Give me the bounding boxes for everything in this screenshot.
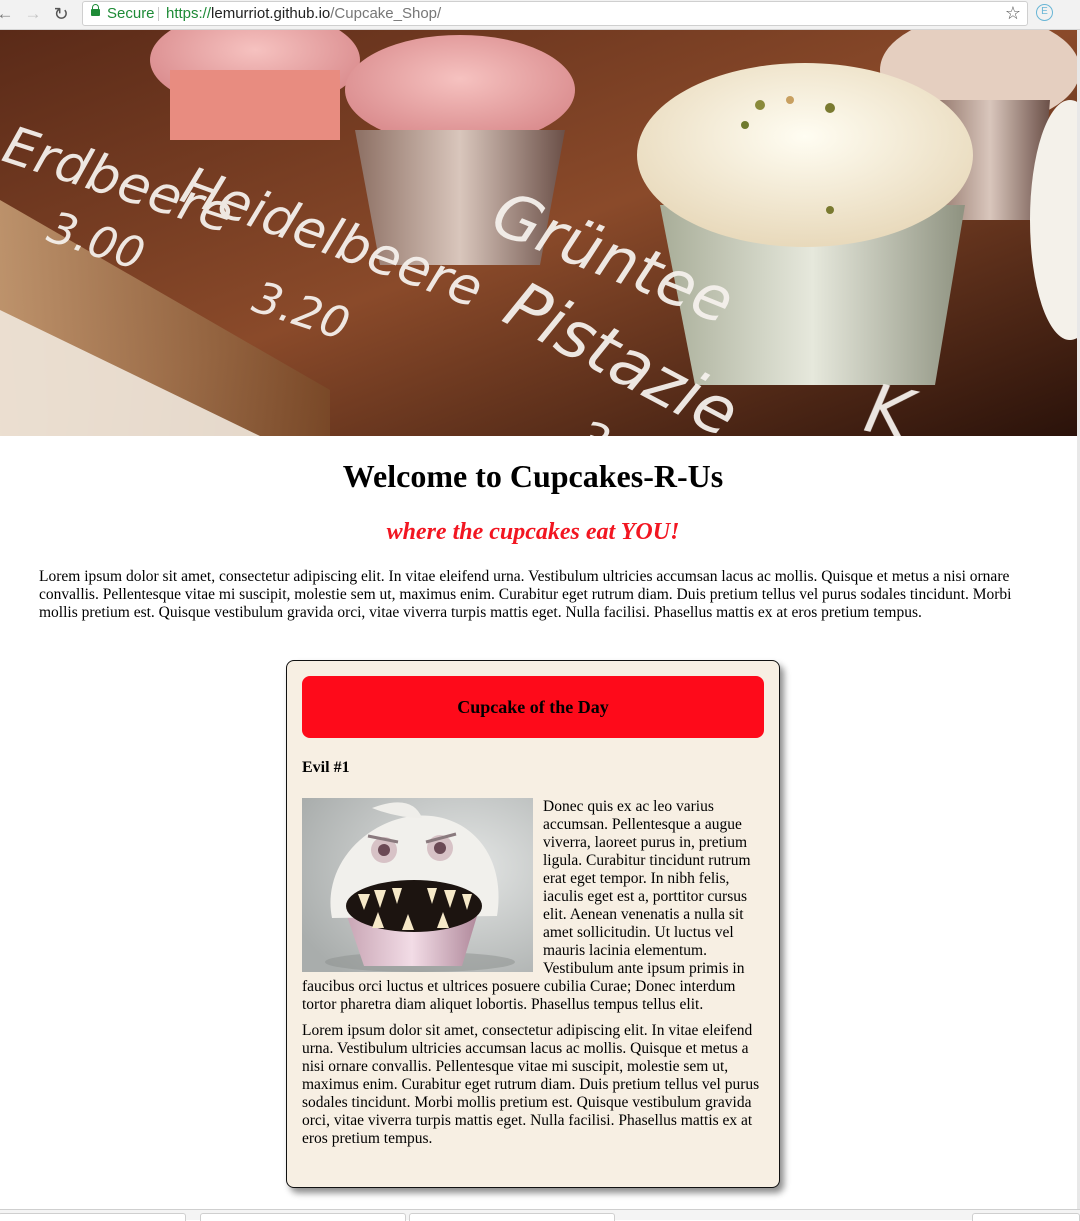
back-arrow-icon[interactable]: ←: [0, 5, 14, 23]
browser-toolbar: ← → ↻ Secure https://lemurriot.github.io…: [0, 0, 1080, 30]
evil-cupcake-image: [302, 798, 533, 972]
evil-cupcake-photo: [302, 798, 533, 972]
bookmark-star-icon[interactable]: ☆: [1005, 2, 1021, 25]
address-divider: [158, 7, 159, 21]
card-header: Cupcake of the Day: [302, 676, 764, 738]
extension-icon[interactable]: E: [1036, 4, 1053, 21]
address-bar[interactable]: Secure https://lemurriot.github.io/Cupca…: [82, 1, 1028, 26]
page-title: Welcome to Cupcakes-R-Us: [342, 458, 724, 494]
reload-icon[interactable]: ↻: [52, 5, 70, 23]
card-body: Donec quis ex ac leo varius accumsan. Pe…: [302, 798, 764, 1148]
card-paragraph-2: Lorem ipsum dolor sit amet, consectetur …: [302, 1022, 760, 1147]
lock-icon: [91, 4, 100, 16]
forward-arrow-icon[interactable]: →: [24, 5, 42, 23]
cupcake-of-the-day-card: Cupcake of the Day Evil #1 Donec quis ex…: [286, 660, 780, 1188]
hero-cupcakes-photo: Erdbeere 3.00 Heidelbeere 3.20 Grüntee P…: [0, 30, 1077, 436]
url-text[interactable]: https://lemurriot.github.io/Cupcake_Shop…: [166, 2, 441, 25]
intro-paragraph: Lorem ipsum dolor sit amet, consectetur …: [39, 568, 1012, 621]
tagline: where the cupcakes eat YOU!: [386, 519, 680, 545]
url-host: lemurriot.github.io: [211, 5, 331, 22]
url-scheme: https://: [166, 5, 212, 22]
card-subtitle: Evil #1: [302, 759, 350, 776]
bottom-tab-strip: [0, 1209, 1080, 1221]
url-path: /Cupcake_Shop/: [330, 5, 442, 22]
hero-image: Erdbeere 3.00 Heidelbeere 3.20 Grüntee P…: [0, 30, 1077, 436]
secure-label: Secure: [107, 5, 155, 22]
